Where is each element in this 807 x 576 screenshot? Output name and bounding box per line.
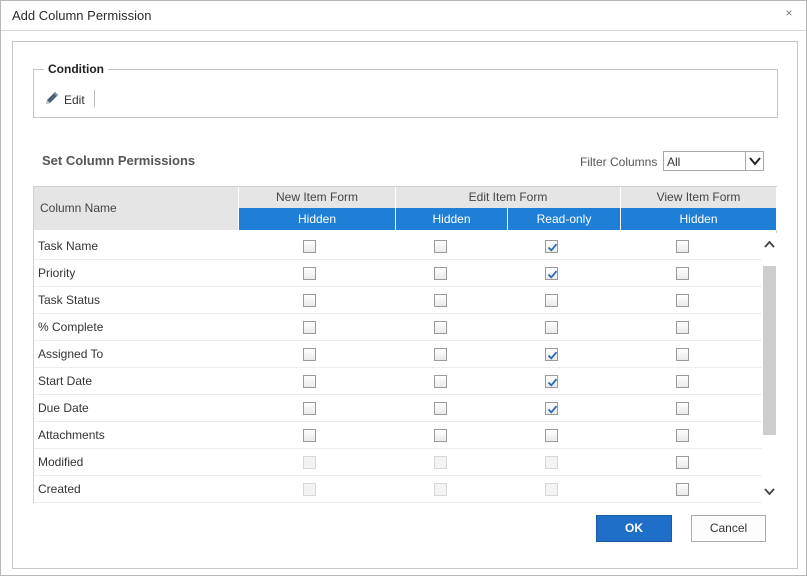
- subheader-view-hidden: Hidden: [621, 208, 777, 230]
- edit-readonly-checkbox[interactable]: [545, 375, 558, 388]
- row-column-name: Attachments: [38, 428, 105, 442]
- scroll-up-icon[interactable]: [762, 233, 777, 255]
- table-row: Task Status: [34, 287, 762, 314]
- close-icon[interactable]: ×: [782, 6, 796, 20]
- section-title: Set Column Permissions: [42, 153, 196, 168]
- edit-hidden-checkbox[interactable]: [434, 348, 447, 361]
- table-row: Task Name: [34, 233, 762, 260]
- subheader-new-hidden: Hidden: [239, 208, 396, 230]
- view-hidden-checkbox[interactable]: [676, 321, 689, 334]
- condition-edit-button[interactable]: Edit: [44, 91, 85, 109]
- new-hidden-checkbox[interactable]: [303, 294, 316, 307]
- edit-hidden-checkbox[interactable]: [434, 375, 447, 388]
- cancel-button[interactable]: Cancel: [691, 515, 766, 542]
- table-row: % Complete: [34, 314, 762, 341]
- grid-scrollbar[interactable]: [762, 233, 777, 503]
- table-row: Priority: [34, 260, 762, 287]
- permissions-rows: Task Name Priority Task Status % Complete As…: [34, 233, 762, 503]
- edit-readonly-checkbox[interactable]: [545, 402, 558, 415]
- view-hidden-checkbox[interactable]: [676, 456, 689, 469]
- new-hidden-checkbox[interactable]: [303, 402, 316, 415]
- new-hidden-checkbox: [303, 456, 316, 469]
- scrollbar-thumb[interactable]: [763, 266, 776, 435]
- ok-button[interactable]: OK: [596, 515, 672, 542]
- permissions-grid: Column Name New Item Form Edit Item Form…: [33, 186, 777, 503]
- row-column-name: % Complete: [38, 320, 104, 334]
- edit-hidden-checkbox: [434, 483, 447, 496]
- scroll-down-icon[interactable]: [762, 481, 777, 503]
- checkmark-icon: [547, 378, 558, 387]
- group-header-new-item-form: New Item Form: [239, 187, 396, 208]
- add-column-permission-dialog: Add Column Permission × Condition Edit S…: [0, 0, 807, 576]
- edit-hidden-checkbox[interactable]: [434, 402, 447, 415]
- row-column-name: Task Name: [38, 239, 99, 253]
- dialog-title: Add Column Permission: [12, 8, 152, 23]
- edit-readonly-checkbox: [545, 456, 558, 469]
- table-row: Due Date: [34, 395, 762, 422]
- filter-columns-select[interactable]: All: [663, 151, 764, 171]
- edit-readonly-checkbox[interactable]: [545, 267, 558, 280]
- row-column-name: Due Date: [38, 401, 89, 415]
- row-column-name: Start Date: [38, 374, 93, 388]
- edit-label: Edit: [64, 93, 85, 107]
- edit-hidden-checkbox[interactable]: [434, 294, 447, 307]
- new-hidden-checkbox[interactable]: [303, 375, 316, 388]
- edit-readonly-checkbox[interactable]: [545, 294, 558, 307]
- new-hidden-checkbox: [303, 483, 316, 496]
- column-name-header: Column Name: [34, 187, 239, 230]
- new-hidden-checkbox[interactable]: [303, 240, 316, 253]
- checkmark-icon: [547, 243, 558, 252]
- chevron-down-icon[interactable]: [745, 152, 763, 170]
- table-row: Start Date: [34, 368, 762, 395]
- checkmark-icon: [547, 270, 558, 279]
- new-hidden-checkbox[interactable]: [303, 429, 316, 442]
- edit-hidden-checkbox[interactable]: [434, 267, 447, 280]
- edit-hidden-checkbox[interactable]: [434, 240, 447, 253]
- view-hidden-checkbox[interactable]: [676, 402, 689, 415]
- view-hidden-checkbox[interactable]: [676, 483, 689, 496]
- dialog-body: Condition Edit Set Column Permissions Fi…: [12, 41, 798, 569]
- view-hidden-checkbox[interactable]: [676, 294, 689, 307]
- toolbar-divider: [94, 90, 95, 107]
- subheader-edit-hidden: Hidden: [396, 208, 508, 230]
- checkmark-icon: [547, 351, 558, 360]
- row-column-name: Priority: [38, 266, 76, 280]
- view-hidden-checkbox[interactable]: [676, 429, 689, 442]
- view-hidden-checkbox[interactable]: [676, 375, 689, 388]
- row-column-name: Created: [38, 482, 81, 496]
- view-hidden-checkbox[interactable]: [676, 240, 689, 253]
- checkmark-icon: [547, 405, 558, 414]
- edit-readonly-checkbox[interactable]: [545, 429, 558, 442]
- pencil-icon: [44, 90, 60, 111]
- edit-hidden-checkbox[interactable]: [434, 429, 447, 442]
- view-hidden-checkbox[interactable]: [676, 267, 689, 280]
- row-column-name: Task Status: [38, 293, 101, 307]
- edit-hidden-checkbox[interactable]: [434, 321, 447, 334]
- new-hidden-checkbox[interactable]: [303, 321, 316, 334]
- edit-readonly-checkbox[interactable]: [545, 348, 558, 361]
- condition-fieldset: Condition Edit: [33, 62, 778, 118]
- new-hidden-checkbox[interactable]: [303, 348, 316, 361]
- group-header-view-item-form: View Item Form: [621, 187, 777, 208]
- table-row: Created: [34, 476, 762, 503]
- view-hidden-checkbox[interactable]: [676, 348, 689, 361]
- row-column-name: Modified: [38, 455, 84, 469]
- dialog-titlebar: Add Column Permission ×: [1, 1, 806, 31]
- edit-readonly-checkbox[interactable]: [545, 321, 558, 334]
- group-header-edit-item-form: Edit Item Form: [396, 187, 621, 208]
- edit-readonly-checkbox[interactable]: [545, 240, 558, 253]
- table-row: Attachments: [34, 422, 762, 449]
- new-hidden-checkbox[interactable]: [303, 267, 316, 280]
- table-row: Modified: [34, 449, 762, 476]
- filter-columns-label: Filter Columns: [580, 155, 658, 169]
- condition-legend: Condition: [44, 62, 108, 76]
- row-column-name: Assigned To: [38, 347, 104, 361]
- filter-selected-value: All: [667, 155, 681, 169]
- table-row: Assigned To: [34, 341, 762, 368]
- edit-readonly-checkbox: [545, 483, 558, 496]
- subheader-edit-readonly: Read-only: [508, 208, 621, 230]
- edit-hidden-checkbox: [434, 456, 447, 469]
